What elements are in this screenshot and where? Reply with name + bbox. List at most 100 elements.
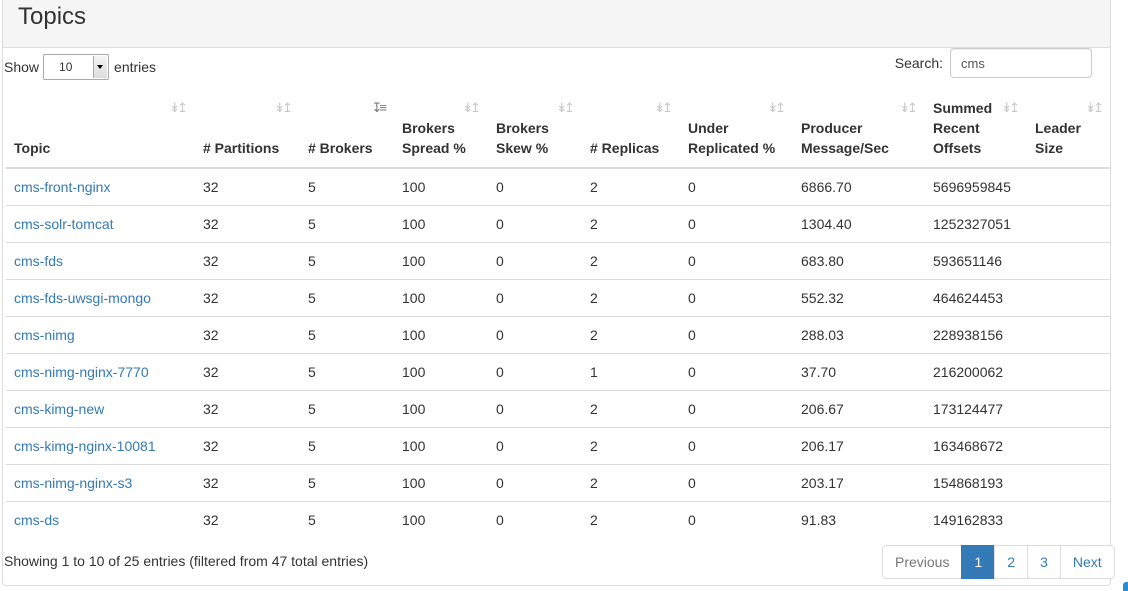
cell-under: 0 [680,316,793,354]
cell-replicas: 2 [582,501,680,538]
cell-replicas: 2 [582,464,680,502]
cell-leader [1027,501,1111,538]
column-header-2[interactable]: # Brokers ↧≡ [300,85,394,169]
column-header-9[interactable]: Leader Size ↡↥ [1027,85,1111,169]
cell-under: 0 [680,501,793,538]
topic-link[interactable]: cms-solr-tomcat [14,216,114,232]
chevron-down-icon[interactable] [93,56,108,78]
topics-table: Topic ↡↥ # Partitions ↡↥ # Brokers ↧≡ Brokers … [6,85,1111,538]
column-header-label: Brokers Spread % [402,120,466,156]
cell-offsets: 173124477 [925,390,1027,428]
cell-producer: 1304.40 [793,205,925,243]
cell-topic: cms-kimg-new [6,390,195,428]
sort-both-icon[interactable]: ↡↥ [654,98,673,118]
cell-spread: 100 [402,179,426,195]
cell-partitions: 32 [195,427,300,465]
column-header-label: Topic [14,140,51,156]
cell-leader [1027,205,1111,243]
topic-link[interactable]: cms-fds [14,253,63,269]
cell-brokers: 5 [300,427,394,465]
search-input[interactable] [950,48,1092,78]
topic-link[interactable]: cms-nimg-nginx-7770 [14,364,149,380]
cell-replicas: 2 [582,316,680,354]
column-header-3[interactable]: Brokers Spread % ↡↥ [394,85,488,169]
column-header-label: Under Replicated % [688,120,776,156]
page-button-2[interactable]: 2 [994,545,1029,579]
sort-both-icon[interactable]: ↡↥ [169,98,188,118]
column-header-5[interactable]: # Replicas ↡↥ [582,85,680,169]
sort-both-icon[interactable]: ↡↥ [767,98,786,118]
column-header-4[interactable]: Brokers Skew % ↡↥ [488,85,582,169]
table-row: cms-kimg-nginx-10081 32 5 100 0 2 0 206.17 16346… [6,427,1111,465]
cell-leader [1027,427,1111,465]
cell-partitions: 32 [195,464,300,502]
page-button-3[interactable]: 3 [1027,545,1061,579]
sort-both-icon[interactable]: ↡↥ [274,98,293,118]
cell-brokers: 5 [300,501,394,538]
cell-spread: 100 [394,501,488,538]
column-header-1[interactable]: # Partitions ↡↥ [195,85,300,169]
cell-skew: 0 [488,316,582,354]
cell-skew: 0 [488,464,582,502]
cell-topic: cms-nimg-nginx-7770 [6,353,195,391]
cell-topic: cms-nimg-nginx-s3 [6,464,195,502]
cell-skew: 0 [488,427,582,465]
table-row: cms-front-nginx 32 5 100 0 2 0 6866.70 569695984… [6,168,1111,206]
topic-link[interactable]: cms-kimg-nginx-10081 [14,438,156,454]
sort-both-icon[interactable]: ↡↥ [1085,98,1104,118]
panel-heading: Topics [3,0,1110,48]
cell-under: 0 [680,464,793,502]
sort-both-icon[interactable]: ↡↥ [899,98,918,118]
column-header-7[interactable]: Producer Message/Sec ↡↥ [793,85,925,169]
sort-both-icon[interactable]: ↡↥ [556,98,575,118]
column-header-6[interactable]: Under Replicated % ↡↥ [680,85,793,169]
cell-replicas: 2 [582,279,680,317]
cell-offsets: 464624453 [925,279,1027,317]
column-header-0[interactable]: Topic ↡↥ [6,85,195,169]
entries-length-control: Show 10 entries [4,54,157,80]
cell-replicas: 2 [582,242,680,280]
entries-per-page-select[interactable]: 10 [43,54,110,80]
cell-leader [1027,464,1111,502]
topic-link[interactable]: cms-ds [14,512,59,528]
table-header-row: Topic ↡↥ # Partitions ↡↥ # Brokers ↧≡ Brokers … [6,85,1111,169]
topic-link[interactable]: cms-kimg-new [14,401,104,417]
cell-producer: 683.80 [793,242,925,280]
length-suffix-label: entries [114,59,157,75]
next-page-button[interactable]: Next [1059,545,1115,579]
cell-offsets: 593651146 [925,242,1027,280]
cell-spread: 100 [394,390,488,428]
cell-offsets: 149162833 [925,501,1027,538]
table-row: cms-kimg-new 32 5 100 0 2 0 206.67 173124477 [6,390,1111,428]
cell-skew: 0 [488,242,582,280]
sort-desc-icon[interactable]: ↧≡ [372,98,388,118]
topic-link[interactable]: cms-front-nginx [14,179,110,195]
topic-link[interactable]: cms-fds-uwsgi-mongo [14,290,151,306]
cell-under: 0 [680,390,793,428]
topic-link[interactable]: cms-nimg-nginx-s3 [14,475,132,491]
cell-producer: 91.83 [793,501,925,538]
previous-page-button[interactable]: Previous [882,545,963,579]
cell-leader [1027,353,1111,391]
cell-producer: 288.03 [793,316,925,354]
sort-both-icon[interactable]: ↡↥ [1001,98,1020,118]
cell-offsets: 5696959845 [933,179,1011,195]
cell-spread: 100 [394,316,488,354]
cell-leader [1027,390,1111,428]
cell-under: 0 [680,205,793,243]
cell-leader [1027,279,1111,317]
cell-partitions: 32 [195,353,300,391]
search-label: Search: [894,55,943,71]
cell-leader [1027,242,1111,280]
cell-producer: 206.17 [793,427,925,465]
column-header-8[interactable]: Summed Recent Offsets ↡↥ [925,85,1027,169]
column-header-label: Brokers Skew % [496,120,549,156]
page-title: Topics [18,3,87,30]
sort-both-icon[interactable]: ↡↥ [462,98,481,118]
cell-offsets: 154868193 [925,464,1027,502]
search-control: Search: [895,48,1092,78]
topic-link[interactable]: cms-nimg [14,327,75,343]
page-button-1[interactable]: 1 [961,545,996,579]
column-header-label: Leader Size [1035,120,1081,156]
cell-under: 0 [680,242,793,280]
